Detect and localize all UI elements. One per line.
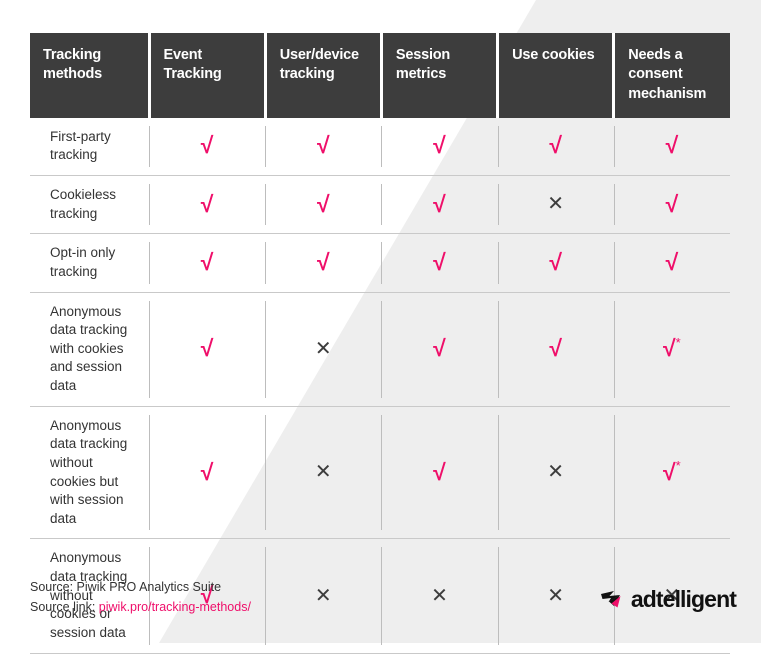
table-row: Cookieless tracking √ √ √ ✕ √ (30, 175, 730, 235)
cross-icon: ✕ (547, 461, 565, 484)
cell-check: √ (497, 117, 614, 177)
cross-icon: ✕ (314, 337, 332, 360)
check-icon: √ (549, 132, 562, 159)
table-body: First-party tracking √ √ √ √ √ Cookieless trac… (30, 117, 730, 654)
check-icon: √ (665, 190, 679, 217)
cell-check: √ (497, 292, 614, 407)
cross-icon: ✕ (547, 584, 565, 607)
source-line: Source: Piwik PRO Analytics Suite (30, 580, 222, 594)
source-link-label: Source link: (30, 600, 99, 615)
cross-icon: ✕ (431, 584, 448, 607)
cell-check: √ (149, 292, 266, 407)
adtelligent-arrow-icon (600, 590, 621, 607)
cell-cross: ✕ (265, 292, 382, 407)
column-header-tracking-methods: Tracking methods (30, 33, 149, 118)
tracking-methods-comparison-table: Tracking methods Event Tracking User/dev… (30, 33, 730, 654)
adtelligent-logo: adtelligent (600, 586, 737, 612)
row-label: Opt-in only tracking (30, 233, 149, 293)
check-icon: √ (663, 458, 676, 485)
table-row: First-party tracking √ √ √ √ √ (30, 117, 730, 177)
cell-check: √ (381, 117, 498, 177)
check-icon: √ (316, 190, 330, 217)
check-icon: √ (433, 190, 446, 217)
cell-cross: ✕ (497, 538, 614, 654)
cell-check: √ (381, 406, 498, 540)
cell-check: √ (613, 117, 730, 177)
column-header-session-metrics: Session metrics (379, 33, 498, 118)
cell-cross: ✕ (497, 175, 614, 235)
check-icon: √ (200, 248, 214, 275)
source-link[interactable]: piwik.pro/tracking-methods/ (99, 600, 251, 614)
row-label: First-party tracking (30, 117, 149, 177)
row-label: Anonymous data tracking without cookies … (30, 406, 149, 540)
column-header-use-cookies: Use cookies (496, 33, 614, 118)
cell-check: √* (613, 292, 730, 407)
cell-check: √ (149, 233, 266, 293)
table-row: Opt-in only tracking √ √ √ √ √ (30, 233, 730, 293)
table-row: Anonymous data tracking without cookies … (30, 406, 730, 540)
cell-check: √ (613, 175, 730, 235)
footer-sources: Source: Piwik PRO Analytics Suite Source… (30, 577, 251, 618)
column-header-event-tracking: Event Tracking (147, 33, 266, 118)
cell-check: √ (381, 175, 498, 235)
cell-check: √* (613, 406, 730, 540)
source-link-line: Source link: piwik.pro/tracking-methods/ (30, 597, 251, 617)
cell-cross: ✕ (497, 406, 614, 540)
check-icon: √ (316, 248, 330, 275)
column-header-needs-consent-mechanism: Needs a consent mechanism (612, 33, 730, 118)
cell-cross: ✕ (381, 538, 498, 654)
check-icon: √ (200, 335, 214, 362)
check-icon: √ (665, 132, 679, 159)
table-row: Anonymous data tracking with cookies and… (30, 292, 730, 407)
check-icon: √ (200, 190, 214, 217)
check-icon: √ (665, 248, 679, 275)
check-icon: √ (549, 248, 562, 275)
table-header-row: Tracking methods Event Tracking User/dev… (30, 33, 730, 118)
cell-check: √ (149, 117, 266, 177)
check-icon: √ (433, 335, 446, 362)
footnote-asterisk: * (675, 334, 681, 350)
check-icon: √ (433, 248, 446, 275)
cross-icon: ✕ (314, 584, 332, 607)
cross-icon: ✕ (547, 193, 565, 216)
cell-check: √ (613, 233, 730, 293)
infographic-stage: Tracking methods Event Tracking User/dev… (0, 0, 761, 654)
cell-check: √ (381, 233, 498, 293)
check-icon: √ (549, 335, 562, 362)
check-icon: √ (200, 132, 214, 159)
adtelligent-wordmark: adtelligent (630, 586, 737, 612)
column-header-user-device-tracking: User/device tracking (263, 33, 382, 118)
check-icon: √ (200, 458, 214, 485)
check-icon: √ (316, 132, 330, 159)
cell-check: √ (265, 175, 382, 235)
cell-cross: ✕ (265, 406, 382, 540)
cell-check: √ (265, 233, 382, 293)
row-label: Cookieless tracking (30, 175, 149, 235)
row-label: Anonymous data tracking with cookies and… (30, 292, 149, 407)
table-header: Tracking methods Event Tracking User/dev… (30, 33, 730, 118)
cell-check: √ (265, 117, 382, 177)
cross-icon: ✕ (314, 461, 332, 484)
check-icon: √ (433, 132, 446, 159)
cell-check: √ (497, 233, 614, 293)
cell-check: √ (149, 406, 266, 540)
cell-check: √ (381, 292, 498, 407)
cell-cross: ✕ (265, 538, 382, 654)
check-icon: √ (663, 335, 676, 362)
check-icon: √ (433, 458, 446, 485)
cell-check: √ (149, 175, 266, 235)
footnote-asterisk: * (675, 458, 681, 474)
